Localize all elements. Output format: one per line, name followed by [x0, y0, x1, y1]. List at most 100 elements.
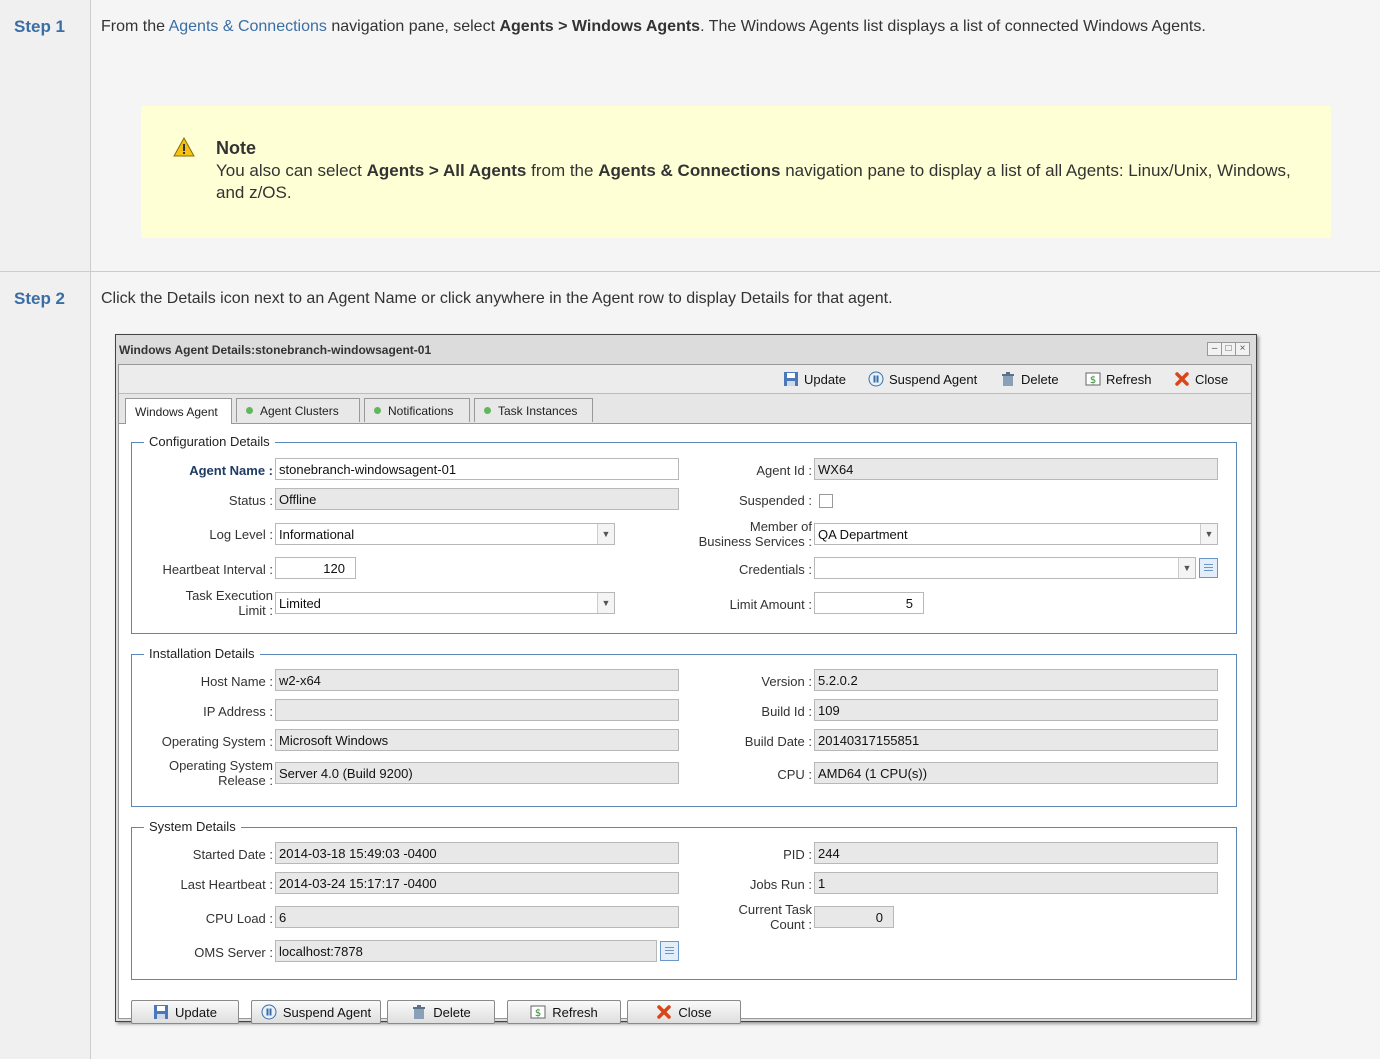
- toolbar-suspend-label: Suspend Agent: [889, 371, 978, 387]
- step-1-text: From the Agents & Connections navigation…: [101, 16, 1321, 37]
- toolbar-delete-label: Delete: [1021, 371, 1059, 387]
- heartbeat-interval-field[interactable]: 120: [275, 557, 356, 579]
- tab-notifications[interactable]: Notifications: [364, 398, 470, 422]
- ip-address-field: [275, 699, 679, 721]
- tab-windows-agent-label: Windows Agent: [135, 404, 218, 419]
- system-details-section: System Details Started Date : 2014-03-18…: [131, 819, 1237, 980]
- chevron-down-icon[interactable]: ▼: [1178, 558, 1195, 578]
- close-window-icon[interactable]: ×: [1235, 342, 1250, 356]
- system-details-legend: System Details: [144, 819, 241, 834]
- toolbar-close-label: Close: [1195, 371, 1229, 387]
- refresh-icon: $: [1085, 372, 1101, 386]
- installation-details-section: Installation Details Host Name : w2-x64 …: [131, 646, 1237, 807]
- tab-task-instances[interactable]: Task Instances: [474, 398, 593, 422]
- toolbar-delete-button[interactable]: Delete: [1000, 370, 1059, 388]
- agents-connections-link[interactable]: Agents & Connections: [169, 18, 327, 35]
- update-button-label: Update: [175, 1004, 217, 1020]
- log-level-label: Log Level :: [209, 527, 273, 542]
- agent-name-field[interactable]: stonebranch-windowsagent-01: [275, 458, 679, 480]
- configuration-details-section: Configuration Details Agent Name : stone…: [131, 434, 1237, 634]
- pid-label: PID :: [783, 847, 812, 862]
- toolbar-close-button[interactable]: Close: [1174, 370, 1228, 388]
- oms-server-details-icon[interactable]: [660, 941, 679, 961]
- last-heartbeat-field: 2014-03-24 15:17:17 -0400: [275, 872, 679, 894]
- heartbeat-interval-label: Heartbeat Interval :: [162, 562, 273, 577]
- suspend-agent-button[interactable]: Suspend Agent: [251, 1000, 381, 1024]
- toolbar-suspend-button[interactable]: Suspend Agent: [868, 370, 977, 388]
- note-text-pre: You also can select: [216, 161, 367, 180]
- tab-agent-clusters[interactable]: Agent Clusters: [236, 398, 360, 422]
- save-icon: [784, 372, 798, 386]
- tab-bar: Windows Agent Agent Clusters Notificatio…: [119, 394, 1251, 424]
- step-1-label: Step 1: [14, 17, 66, 36]
- delete-button[interactable]: Delete: [387, 1000, 495, 1024]
- version-label: Version :: [761, 674, 812, 689]
- status-field: Offline: [275, 488, 679, 510]
- tab-windows-agent[interactable]: Windows Agent: [125, 398, 232, 424]
- task-execution-limit-label: Task Execution Limit :: [132, 588, 273, 618]
- ip-address-label: IP Address :: [203, 704, 273, 719]
- window-title: Windows Agent Details:stonebranch-window…: [119, 343, 432, 357]
- tab-notifications-label: Notifications: [388, 403, 454, 418]
- task-execution-limit-value: Limited: [279, 596, 321, 611]
- toolbar: Update Suspend Agent Delete $ Refresh Cl…: [119, 365, 1251, 394]
- status-label: Status :: [228, 493, 273, 508]
- toolbar-refresh-button[interactable]: $ Refresh: [1085, 370, 1152, 388]
- credentials-select[interactable]: ▼: [814, 557, 1196, 579]
- pid-field: 244: [814, 842, 1218, 864]
- note-box: Note You also can select Agents > All Ag…: [141, 106, 1331, 238]
- toolbar-update-button[interactable]: Update: [783, 370, 846, 388]
- build-id-label: Build Id :: [761, 704, 812, 719]
- business-services-select[interactable]: QA Department ▼: [814, 523, 1218, 545]
- close-x-icon: [657, 1005, 672, 1019]
- toolbar-update-label: Update: [804, 371, 846, 387]
- version-field: 5.2.0.2: [814, 669, 1218, 691]
- agent-details-window: Windows Agent Details:stonebranch-window…: [115, 334, 1257, 1024]
- refresh-button-label: Refresh: [552, 1004, 598, 1020]
- svg-text:$: $: [1090, 375, 1096, 386]
- maximize-icon[interactable]: □: [1221, 342, 1236, 356]
- build-date-label: Build Date :: [744, 734, 812, 749]
- update-button[interactable]: Update: [131, 1000, 239, 1024]
- task-execution-limit-select[interactable]: Limited ▼: [275, 592, 615, 614]
- trash-icon: [1002, 372, 1014, 386]
- agent-id-field: WX64: [814, 458, 1218, 480]
- refresh-button[interactable]: $ Refresh: [507, 1000, 621, 1024]
- pause-icon: [868, 371, 884, 387]
- oms-server-label: OMS Server :: [194, 945, 273, 960]
- minimize-icon[interactable]: –: [1207, 342, 1222, 356]
- os-release-field: Server 4.0 (Build 9200): [275, 762, 679, 784]
- suspend-agent-button-label: Suspend Agent: [282, 1004, 372, 1020]
- note-text: You also can select Agents > All Agents …: [216, 160, 1316, 204]
- suspended-label: Suspended :: [738, 493, 812, 508]
- limit-amount-label: Limit Amount :: [729, 597, 812, 612]
- chevron-down-icon[interactable]: ▼: [597, 593, 614, 613]
- operating-system-field: Microsoft Windows: [275, 729, 679, 751]
- chevron-down-icon[interactable]: ▼: [597, 524, 614, 544]
- log-level-value: Informational: [279, 527, 355, 542]
- suspended-checkbox[interactable]: [819, 494, 833, 508]
- limit-amount-field[interactable]: 5: [814, 592, 924, 614]
- configuration-details-legend: Configuration Details: [144, 434, 275, 449]
- current-task-count-label: Current Task Count :: [692, 902, 812, 932]
- os-release-label-line1: Operating System: [168, 758, 273, 773]
- last-heartbeat-label: Last Heartbeat :: [180, 877, 274, 892]
- pause-icon: [261, 1004, 277, 1020]
- step-2-text: Click the Details icon next to an Agent …: [101, 290, 893, 307]
- started-date-field: 2014-03-18 15:49:03 -0400: [275, 842, 679, 864]
- build-id-field: 109: [814, 699, 1218, 721]
- step-2-label-cell: Step 2: [0, 272, 91, 1059]
- note-bold-2: Agents & Connections: [598, 161, 781, 180]
- log-level-select[interactable]: Informational ▼: [275, 523, 615, 545]
- member-business-services-label: Member of Business Services :: [652, 519, 812, 549]
- credentials-details-icon[interactable]: [1199, 558, 1218, 578]
- step-1-bold: Agents > Windows Agents: [499, 18, 701, 35]
- note-bold-1: Agents > All Agents: [366, 161, 527, 180]
- trash-icon: [413, 1005, 426, 1019]
- close-x-icon: [1175, 372, 1189, 386]
- agent-id-label: Agent Id :: [756, 463, 812, 478]
- step-1-row: Step 1 From the Agents & Connections nav…: [0, 0, 1380, 272]
- close-button[interactable]: Close: [627, 1000, 741, 1024]
- note-title: Note: [216, 138, 256, 158]
- chevron-down-icon[interactable]: ▼: [1200, 524, 1217, 544]
